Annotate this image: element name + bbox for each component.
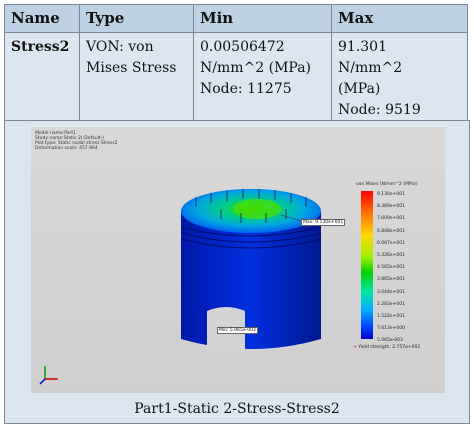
hot-spot [233, 199, 281, 219]
legend-color-bar [361, 191, 373, 339]
max-unit-1: N/mm^2 [338, 60, 403, 76]
max-annotation: Max: 9.130e+001 [301, 219, 346, 226]
yield-strength: → Yield strength: 2.757e+002 [353, 345, 420, 350]
cell-min: 0.00506472 N/mm^2 (MPa) Node: 11275 [193, 32, 332, 130]
type-line-1: VON: von [86, 39, 154, 55]
legend-tick: 8.369e+001 [377, 204, 406, 210]
stress-plot-viewport: Model name:Part1 Study name:Static 2(-De… [31, 127, 445, 393]
max-value: 91.301 [338, 39, 387, 55]
axis-triad-icon [39, 366, 58, 385]
legend-title: von Mises (N/mm^2 (MPa)) [356, 182, 418, 187]
header-min: Min [193, 4, 332, 33]
legend-tick: 5.326e+001 [377, 253, 406, 259]
yield-strength-label: Yield strength: 2.757e+002 [358, 345, 421, 350]
cell-type: VON: von Mises Stress [79, 32, 194, 130]
legend-tick: 3.805e+001 [377, 277, 406, 283]
cell-name: Stress2 [4, 32, 80, 130]
table-header-row: Name Type Min Max [4, 4, 468, 33]
legend-tick: 7.613e+000 [377, 326, 406, 332]
legend-tick: 9.130e+001 [377, 192, 406, 197]
legend-tick: 3.044e+001 [377, 289, 406, 295]
header-name: Name [4, 4, 80, 33]
min-node: Node: 11275 [200, 81, 292, 97]
legend-tick: 1.522e+001 [377, 314, 406, 320]
figure-box: Model name:Part1 Study name:Static 2(-De… [4, 120, 470, 424]
results-table: Name Type Min Max Stress2 VON: von Mises… [4, 4, 468, 130]
header-type: Type [79, 4, 194, 33]
cell-max: 91.301 N/mm^2 (MPa) Node: 9519 [331, 32, 468, 130]
legend-tick: 6.087e+001 [377, 240, 406, 246]
table-row: Stress2 VON: von Mises Stress 0.00506472… [4, 32, 468, 130]
max-unit-2: (MPa) [338, 81, 381, 97]
legend-tick: 6.848e+001 [377, 228, 406, 234]
type-line-2: Mises Stress [86, 60, 177, 76]
figure-caption: Part1-Static 2-Stress-Stress2 [134, 401, 340, 417]
header-max: Max [331, 4, 468, 33]
legend-tick: 4.565e+001 [377, 265, 406, 271]
yield-arrow-icon: → [353, 345, 357, 350]
max-node: Node: 9519 [338, 102, 421, 118]
legend-ticks: 9.130e+001 8.369e+001 7.609e+001 6.848e+… [377, 189, 405, 348]
legend-tick: 2.283e+001 [377, 301, 406, 307]
min-annotation: Min: 5.065e-003 [217, 327, 258, 334]
min-unit: N/mm^2 (MPa) [200, 60, 312, 76]
legend-tick: 7.609e+001 [377, 216, 406, 222]
min-value: 0.00506472 [200, 39, 285, 55]
